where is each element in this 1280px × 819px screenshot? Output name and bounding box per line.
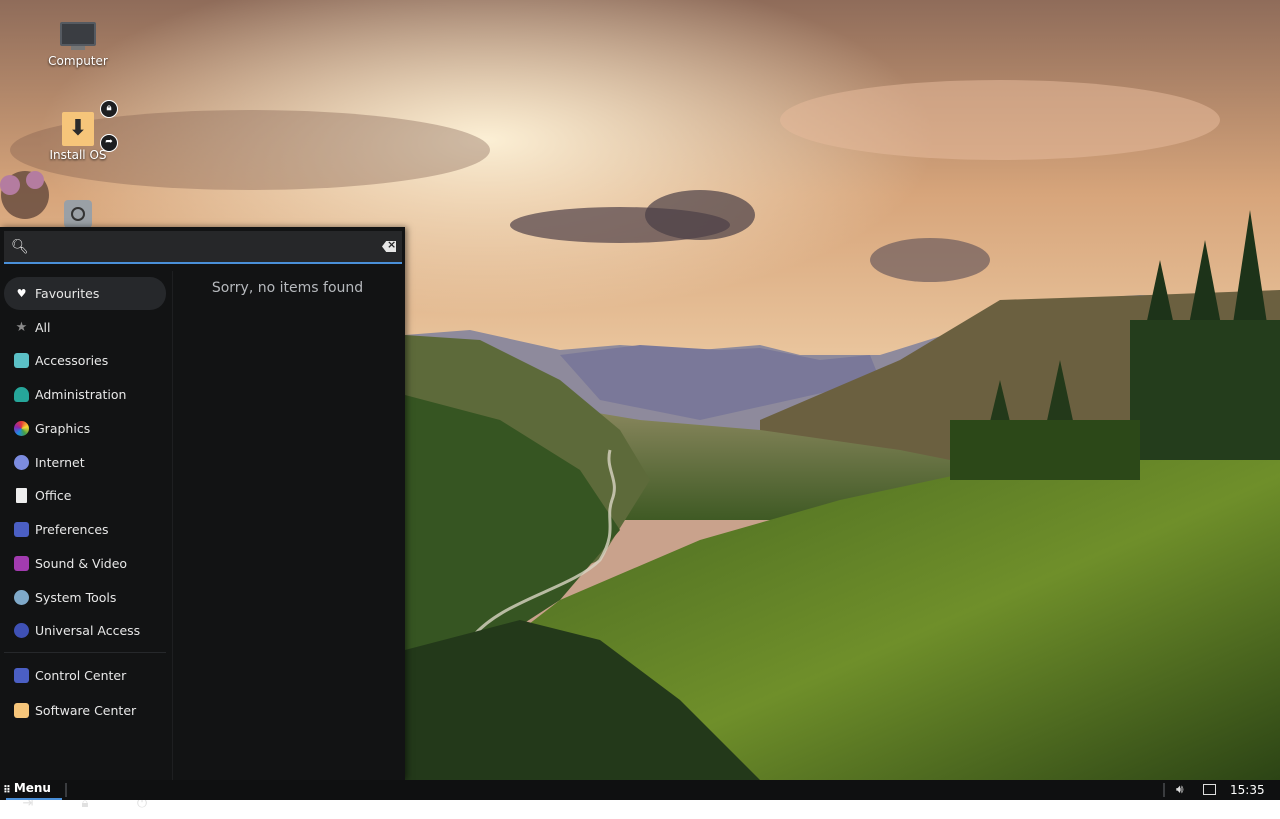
software-center-icon: [14, 703, 29, 718]
menu-button-label: Menu: [13, 781, 51, 795]
category-label: System Tools: [35, 590, 117, 605]
sound-video-icon: [14, 556, 29, 571]
star-icon: ★: [15, 320, 28, 335]
category-graphics[interactable]: Graphics: [4, 412, 166, 445]
volume-icon[interactable]: 🔊︎: [1176, 782, 1184, 797]
internet-icon: [14, 455, 29, 470]
share-badge-icon: ➦: [100, 134, 118, 152]
category-label: Graphics: [35, 421, 91, 436]
accessories-icon: [14, 353, 29, 368]
category-office[interactable]: Office: [4, 479, 166, 512]
control-center-icon: [14, 668, 29, 683]
category-label: Administration: [35, 387, 127, 402]
menu-button[interactable]: ⠿ Menu: [3, 781, 51, 798]
tray-separator: [1163, 783, 1165, 797]
disk-icon: [64, 200, 92, 228]
category-sound-video[interactable]: Sound & Video: [4, 547, 166, 580]
pinned-control-center[interactable]: Control Center: [4, 659, 166, 692]
universal-access-icon: [14, 623, 29, 638]
clock[interactable]: 15:35: [1230, 783, 1265, 797]
heart-icon: ♥: [16, 287, 27, 300]
desktop-icon-label: Computer: [48, 54, 108, 68]
category-label: Accessories: [35, 353, 109, 368]
lock-badge-icon: 🔒︎: [100, 100, 118, 118]
category-label: Preferences: [35, 522, 109, 537]
category-internet[interactable]: Internet: [4, 446, 166, 479]
pinned-label: Control Center: [35, 668, 127, 683]
category-label: Sound & Video: [35, 556, 128, 571]
empty-results-message: Sorry, no items found: [211, 280, 364, 296]
category-system-tools[interactable]: System Tools: [4, 581, 166, 614]
installer-icon: ⬇ 🔒︎ ➦: [62, 100, 118, 152]
graphics-icon: [14, 421, 29, 436]
administration-icon: [14, 387, 29, 402]
category-administration[interactable]: Administration: [4, 378, 166, 411]
computer-icon: [60, 22, 96, 52]
menu-separator: [4, 652, 166, 653]
category-preferences[interactable]: Preferences: [4, 513, 166, 546]
category-label: Favourites: [35, 286, 100, 301]
category-list: ♥ Favourites ★ All Accessories Administr…: [0, 271, 173, 811]
office-icon: [16, 488, 27, 503]
category-universal-access[interactable]: Universal Access: [4, 614, 166, 647]
network-icon[interactable]: [1203, 784, 1216, 795]
pinned-label: Software Center: [35, 703, 137, 718]
category-label: Office: [35, 488, 72, 503]
search-input[interactable]: [32, 236, 376, 260]
category-label: Internet: [35, 455, 85, 470]
category-accessories[interactable]: Accessories: [4, 344, 166, 377]
taskbar-separator: [65, 783, 67, 797]
clear-search-icon[interactable]: [382, 241, 396, 252]
desktop-icon-computer[interactable]: Computer: [28, 22, 128, 68]
search-bar: 🔍︎: [4, 231, 402, 264]
results-pane: Sorry, no items found: [173, 271, 405, 780]
search-icon: 🔍︎: [11, 239, 29, 255]
category-label: All: [35, 320, 51, 335]
desktop-icon-disk[interactable]: [28, 200, 128, 228]
system-tools-icon: [14, 590, 29, 605]
category-all[interactable]: ★ All: [4, 311, 166, 344]
application-menu: 🔍︎ ♥ Favourites ★ All Accessories Admini…: [0, 227, 405, 811]
desktop-icon-install-os[interactable]: ⬇ 🔒︎ ➦ Install OS: [28, 100, 128, 162]
pinned-software-center[interactable]: Software Center: [4, 694, 166, 727]
preferences-icon: [14, 522, 29, 537]
category-label: Universal Access: [35, 623, 141, 638]
taskbar: ⠿ Menu 🔊︎ 15:35: [0, 780, 1280, 800]
category-favourites[interactable]: ♥ Favourites: [4, 277, 166, 310]
apps-grid-icon: ⠿: [3, 785, 11, 796]
